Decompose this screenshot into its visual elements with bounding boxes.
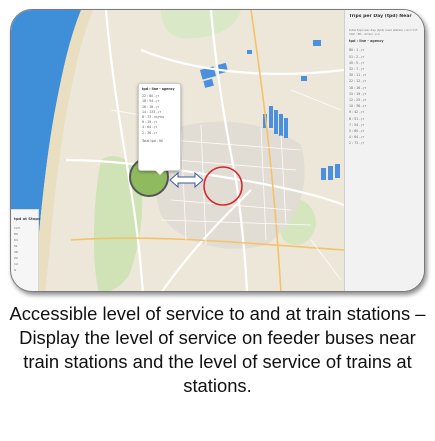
left-panel-title: tpd at Stops	[14, 216, 41, 221]
map-view[interactable]: tpd : line - agency 22 : 80 - דן 18 : 54…	[10, 9, 425, 292]
side-panel-summary: 192 : 80 , ת.א. השלום	[349, 32, 380, 37]
list-item: 9	[14, 268, 16, 272]
trips-side-panel[interactable]: Trips per Day (tpd) Near total trips per…	[344, 10, 424, 291]
left-panel-list: 123 89 64 51 38 22 14 9	[14, 225, 35, 273]
list-item: 2 : 73 - דן	[349, 141, 364, 146]
stops-left-panel[interactable]: tpd at Stops 123 89 64 51 38 22 14 9	[11, 209, 41, 291]
side-panel-list: 80 : 1 - דן 51 : 2 - דן 40 : 5 - דן 32 :…	[349, 47, 422, 146]
popup-header: tpd : line - agency	[142, 87, 175, 91]
popup-total: Total tpd : 90	[142, 138, 163, 143]
popup-row: 2 : 36 - דן	[142, 130, 157, 135]
side-panel-subheader: tpd : line - agency	[349, 39, 384, 44]
side-panel-title: Trips per Day (tpd) Near	[349, 14, 412, 19]
station-popup: tpd : line - agency 22 : 80 - דן 18 : 54…	[138, 83, 181, 175]
caption-text: Accessible level of service to and at tr…	[9, 303, 426, 396]
